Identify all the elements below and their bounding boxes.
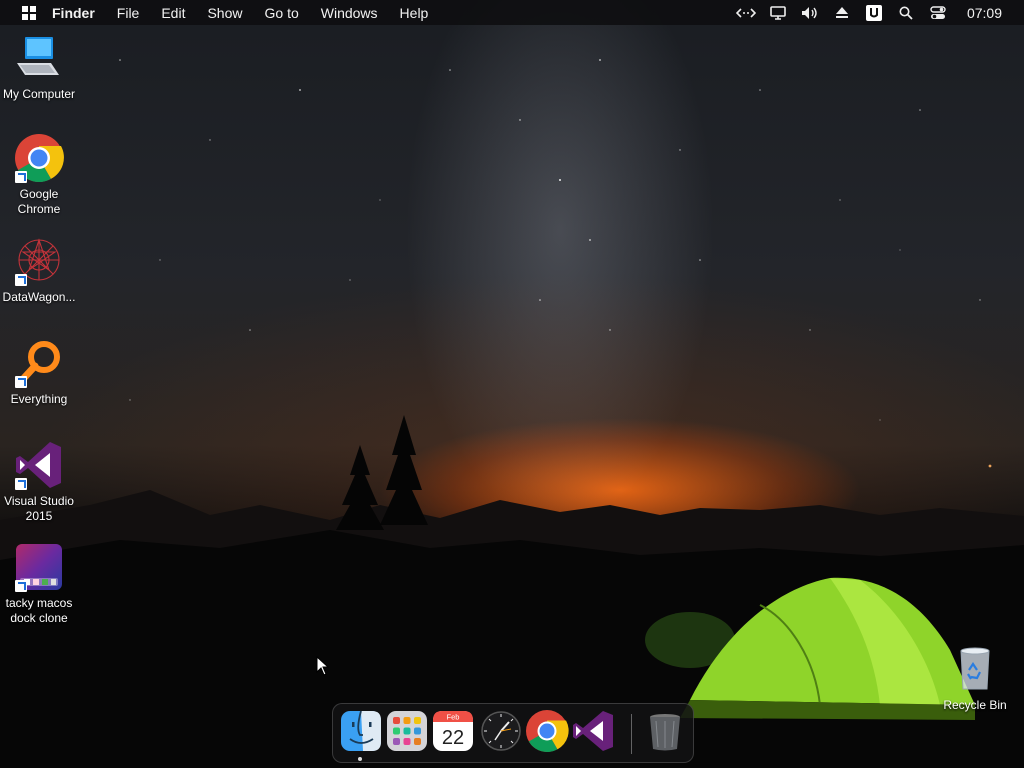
stars [119, 59, 992, 468]
dock-calendar[interactable]: Feb 22 [431, 709, 475, 753]
everything-search-icon [14, 338, 64, 388]
display-icon[interactable] [767, 4, 789, 22]
calendar-month: Feb [447, 713, 460, 722]
shortcut-arrow-icon [15, 376, 27, 388]
remote-arrows-icon[interactable] [735, 4, 757, 22]
desktop-icon-recycle-bin[interactable]: Recycle Bin [936, 644, 1014, 713]
dock-running-indicator [358, 757, 362, 761]
dock-finder[interactable] [339, 709, 383, 753]
desktop-icon-label: tacky macos dock clone [5, 596, 73, 625]
desktop-icon-everything[interactable]: Everything [0, 338, 78, 407]
desktop-icon-google-chrome[interactable]: Google Chrome [0, 133, 78, 217]
menu-bar: Finder File Edit Show Go to Windows Help… [0, 0, 1024, 25]
desktop-icon-label: DataWagon... [2, 290, 76, 304]
shortcut-arrow-icon [15, 171, 27, 183]
desktop-icon-label: My Computer [2, 87, 76, 101]
menu-app-finder[interactable]: Finder [52, 5, 95, 21]
chrome-icon [526, 710, 569, 753]
desktop-icon-label: Google Chrome [17, 187, 61, 216]
u-app-icon[interactable] [863, 4, 885, 22]
dock-clone-icon [14, 542, 64, 592]
search-icon[interactable] [895, 4, 917, 22]
menu-windows[interactable]: Windows [321, 5, 378, 21]
shortcut-arrow-icon [15, 580, 27, 592]
shortcut-arrow-icon [15, 274, 27, 286]
chrome-icon [14, 133, 64, 183]
menu-edit[interactable]: Edit [161, 5, 185, 21]
shortcut-arrow-icon [15, 478, 27, 490]
desktop-icon-visual-studio[interactable]: Visual Studio 2015 [0, 440, 78, 524]
computer-icon [14, 33, 64, 83]
visual-studio-icon [573, 711, 613, 751]
calendar-icon: Feb 22 [433, 711, 473, 751]
dock-chrome[interactable] [525, 709, 569, 753]
dock-trash[interactable] [643, 709, 687, 753]
desktop-icon-dock-clone[interactable]: tacky macos dock clone [0, 542, 78, 626]
dock-separator [631, 714, 632, 754]
system-tray: 07:09 [725, 0, 1024, 25]
dock: Feb 22 [332, 703, 694, 763]
desktop-icon-my-computer[interactable]: My Computer [0, 33, 78, 102]
control-center-icon[interactable] [927, 4, 949, 22]
speaker-icon[interactable] [799, 4, 821, 22]
eject-icon[interactable] [831, 4, 853, 22]
visual-studio-icon [14, 440, 64, 490]
launchpad-icon [387, 711, 427, 751]
desktop-icon-label: Everything [10, 392, 68, 406]
menu-show[interactable]: Show [207, 5, 242, 21]
dock-visual-studio[interactable] [571, 709, 615, 753]
desktop-icon-label: Recycle Bin [943, 698, 1007, 712]
wallpaper-scene [0, 59, 1024, 768]
dock-clock[interactable] [479, 709, 523, 753]
menu-help[interactable]: Help [400, 5, 429, 21]
clock-icon [481, 711, 521, 751]
desktop-icon-datawagon[interactable]: DataWagon... [0, 236, 78, 305]
recycle-bin-icon [950, 644, 1000, 694]
calendar-day: 22 [442, 727, 464, 749]
mouse-cursor-icon [316, 655, 330, 676]
datawagon-icon [14, 236, 64, 286]
menu-go-to[interactable]: Go to [265, 5, 299, 21]
finder-icon [341, 710, 381, 751]
desktop-icon-label: Visual Studio 2015 [4, 494, 74, 523]
windows-logo-icon[interactable] [22, 5, 36, 20]
trash-icon [650, 714, 680, 751]
dock-launchpad[interactable] [385, 709, 429, 753]
desktop-wallpaper [0, 0, 1024, 768]
menu-clock[interactable]: 07:09 [967, 5, 1002, 21]
menu-file[interactable]: File [117, 5, 140, 21]
